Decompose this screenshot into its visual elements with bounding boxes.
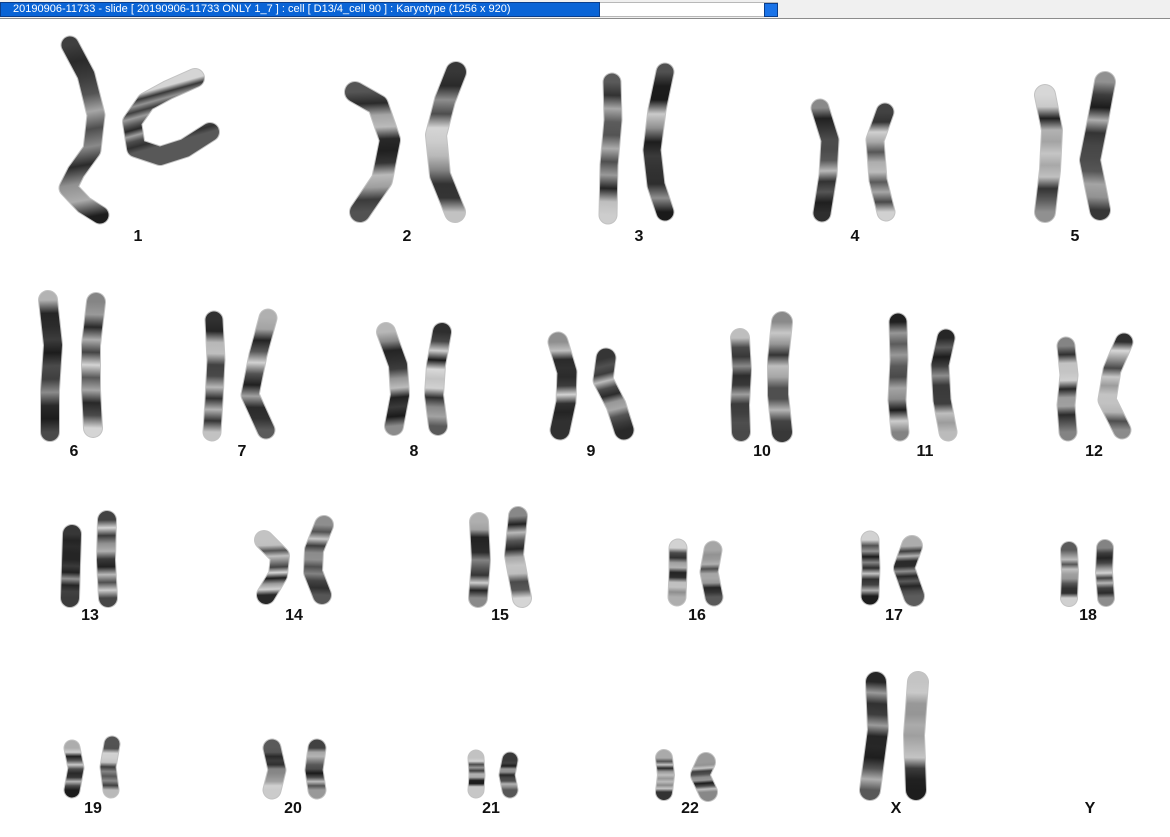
chromosome-20-chromatid-1[interactable] (262, 738, 287, 800)
chromosome-21-chromatid-1[interactable] (467, 749, 486, 799)
chromosome-8-chromatid-2[interactable] (424, 322, 452, 436)
chromosome-18-chromatid-2[interactable] (1095, 539, 1115, 607)
chromosome-2-chromatid-1[interactable] (344, 81, 401, 223)
chromosome-x-chromatid-1[interactable] (859, 671, 889, 801)
chromosome-label-19: 19 (84, 800, 102, 817)
chromosome-label-6: 6 (69, 443, 79, 460)
chromosome-label-18: 18 (1079, 607, 1097, 624)
chromosome-17-chromatid-1[interactable] (860, 530, 881, 606)
chromosome-label-13: 13 (81, 607, 99, 624)
chromosome-label-20: 20 (284, 800, 302, 817)
chromosome-4-chromatid-2[interactable] (865, 102, 896, 222)
chromosome-label-14: 14 (285, 607, 303, 624)
chromosome-16-chromatid-1[interactable] (667, 538, 688, 607)
chromosome-9-chromatid-2[interactable] (592, 347, 635, 441)
chromosome-label-y: Y (1084, 800, 1096, 817)
chromosome-4-chromatid-1[interactable] (810, 98, 840, 223)
chromosome-2-chromatid-2[interactable] (425, 61, 467, 223)
chromosome-6-chromatid-1[interactable] (38, 290, 63, 442)
chromosome-label-3: 3 (634, 228, 644, 245)
chromosome-13-chromatid-1[interactable] (60, 524, 82, 608)
chromosome-label-17: 17 (885, 607, 903, 624)
chromosome-18-chromatid-1[interactable] (1060, 541, 1079, 607)
chromosome-15-chromatid-1[interactable] (468, 512, 491, 608)
chromosome-label-10: 10 (753, 443, 771, 460)
chromosome-19-chromatid-1[interactable] (63, 739, 85, 799)
chromosome-5-chromatid-2[interactable] (1079, 71, 1116, 221)
chromosome-label-1: 1 (133, 228, 143, 245)
chromosome-20-chromatid-2[interactable] (304, 738, 327, 800)
chromosome-11-chromatid-2[interactable] (930, 328, 958, 442)
chromosome-label-4: 4 (850, 228, 860, 245)
chromosome-6-chromatid-2[interactable] (81, 292, 106, 438)
chromosome-label-16: 16 (688, 607, 706, 624)
chromosome-label-7: 7 (237, 443, 247, 460)
karyotype-canvas (38, 35, 1134, 802)
chromosome-8-chromatid-1[interactable] (376, 322, 410, 436)
chromosome-22-chromatid-1[interactable] (655, 749, 675, 801)
chromosome-17-chromatid-2[interactable] (893, 535, 925, 607)
chromosome-7-chromatid-1[interactable] (202, 310, 226, 442)
chromosome-12-chromatid-2[interactable] (1097, 332, 1134, 440)
chromosome-11-chromatid-1[interactable] (887, 312, 910, 442)
title-tab-strip (600, 2, 778, 17)
chromosome-label-22: 22 (681, 800, 699, 817)
chromosome-x-chromatid-2[interactable] (903, 671, 929, 801)
chromosome-label-11: 11 (916, 443, 934, 460)
chromosome-3-chromatid-1[interactable] (598, 72, 623, 225)
window-titlebar: 20190906-11733 - slide [ 20190906-11733 … (0, 0, 1170, 19)
chromosome-13-chromatid-2[interactable] (96, 510, 118, 608)
chromosome-label-12: 12 (1085, 443, 1103, 460)
chromosome-5-chromatid-1[interactable] (1034, 84, 1063, 223)
chromosome-label-15: 15 (491, 607, 509, 624)
chromosome-label-9: 9 (586, 443, 596, 460)
chromosome-label-2: 2 (402, 228, 412, 245)
chromosome-21-chromatid-2[interactable] (498, 751, 519, 799)
chromosome-16-chromatid-2[interactable] (699, 540, 724, 607)
chromosome-label-5: 5 (1070, 228, 1080, 245)
chromosome-label-21: 21 (482, 800, 500, 817)
chromosome-10-chromatid-2[interactable] (767, 311, 793, 443)
chromosome-19-chromatid-2[interactable] (99, 735, 121, 799)
chromosome-1-chromatid-2[interactable] (122, 68, 220, 166)
chromosome-label-8: 8 (409, 443, 419, 460)
chromosome-1-chromatid-1[interactable] (58, 35, 110, 225)
chromosome-7-chromatid-2[interactable] (240, 308, 278, 440)
chromosome-label-x: X (890, 800, 902, 817)
chromosome-3-chromatid-2[interactable] (642, 62, 675, 222)
chromosome-9-chromatid-1[interactable] (547, 331, 578, 441)
chromosome-14-chromatid-1[interactable] (254, 530, 290, 605)
window-title[interactable]: 20190906-11733 - slide [ 20190906-11733 … (0, 2, 600, 17)
chromosome-22-chromatid-2[interactable] (690, 752, 718, 802)
chromosome-14-chromatid-2[interactable] (303, 515, 334, 605)
chromosome-10-chromatid-1[interactable] (730, 328, 752, 442)
chromosome-15-chromatid-2[interactable] (504, 506, 532, 608)
scroll-thumb[interactable] (764, 3, 778, 17)
chromosome-12-chromatid-1[interactable] (1056, 336, 1079, 442)
